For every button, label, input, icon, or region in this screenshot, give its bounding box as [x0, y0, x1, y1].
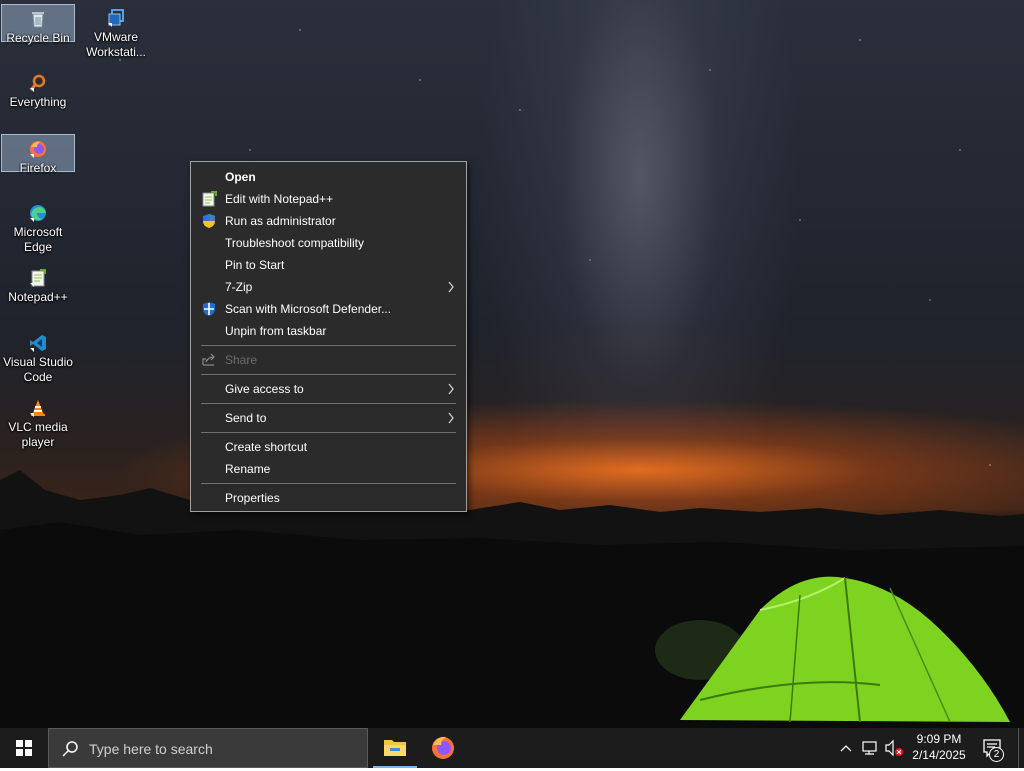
menu-item-label: Scan with Microsoft Defender...: [225, 302, 392, 316]
windows-logo-icon: [16, 740, 32, 756]
menu-separator: [201, 432, 456, 433]
menu-item-label: Properties: [225, 491, 280, 505]
menu-item-run-as-administrator[interactable]: Run as administrator: [191, 210, 466, 232]
search-icon: [62, 741, 78, 757]
chevron-right-icon: [448, 281, 454, 293]
defender-shield-icon: [203, 302, 215, 316]
desktop-icon-label: Recycle Bin: [6, 31, 70, 45]
desktop-wallpaper: [0, 0, 1024, 728]
share-icon: [202, 353, 215, 366]
notepadpp-icon: [202, 191, 217, 207]
menu-item-unpin-from-taskbar[interactable]: Unpin from taskbar: [191, 320, 466, 342]
file-explorer-icon: [384, 740, 406, 756]
wallpaper-landscape: [0, 470, 1024, 728]
recycle-bin-icon: [32, 12, 44, 28]
menu-item-label: Edit with Notepad++: [225, 192, 334, 206]
context-menu: Open Edit with Notepad++ Run as administ…: [190, 161, 467, 512]
desktop-icon-notepadpp[interactable]: Notepad++: [1, 264, 75, 305]
menu-item-label: Open: [225, 170, 256, 184]
desktop-icon-recycle-bin[interactable]: Recycle Bin: [1, 4, 75, 45]
wallpaper-stars: [0, 0, 1024, 500]
desktop-icon-vlc[interactable]: VLC media player: [1, 394, 75, 450]
menu-item-label: Give access to: [225, 382, 304, 396]
desktop-icon-label: Notepad++: [8, 290, 68, 304]
vlc-icon: [30, 400, 45, 417]
menu-item-send-to[interactable]: Send to: [191, 404, 466, 432]
notification-count-badge: 2: [989, 747, 1004, 762]
menu-item-label: Troubleshoot compatibility: [225, 236, 364, 250]
firefox-icon: [30, 141, 46, 158]
tray-show-hidden-icons[interactable]: [836, 728, 856, 768]
desktop-icon-vmware[interactable]: VMware Workstati...: [79, 4, 153, 60]
vscode-icon: [30, 335, 46, 352]
edge-icon: [30, 205, 46, 222]
menu-item-label: Share: [225, 353, 258, 367]
clock-time: 9:09 PM: [916, 732, 962, 746]
chevron-up-icon: [840, 745, 852, 752]
taskbar-search-box[interactable]: Type here to search: [48, 728, 368, 768]
chevron-right-icon: [448, 412, 454, 424]
desktop-icon-edge[interactable]: Microsoft Edge: [1, 199, 75, 255]
desktop-icon-everything[interactable]: Everything: [1, 69, 75, 110]
tray-network[interactable]: [858, 728, 882, 768]
taskbar: Type here to search 9:09 PM 2/14/2025 2: [0, 728, 1024, 768]
menu-item-share[interactable]: Share: [191, 346, 466, 374]
desktop-icon-label: Firefox: [19, 161, 57, 175]
everything-search-icon: [29, 74, 46, 92]
menu-item-label: Pin to Start: [225, 258, 285, 272]
menu-item-give-access-to[interactable]: Give access to: [191, 375, 466, 403]
desktop-icon-label: Microsoft Edge: [13, 225, 63, 254]
search-placeholder: Type here to search: [89, 741, 213, 757]
taskbar-app-firefox[interactable]: [419, 728, 467, 768]
menu-item-create-shortcut[interactable]: Create shortcut: [191, 436, 466, 458]
menu-item-scan-with-defender[interactable]: Scan with Microsoft Defender...: [191, 298, 466, 320]
vmware-icon: [108, 9, 124, 27]
uac-shield-icon: [203, 214, 215, 228]
network-icon: [862, 741, 877, 755]
show-desktop-button[interactable]: [1018, 728, 1024, 768]
desktop-icon-label: VLC media player: [8, 420, 68, 449]
firefox-icon: [432, 736, 454, 759]
desktop-icon-label: VMware Workstati...: [86, 30, 146, 59]
tray-clock[interactable]: 9:09 PM 2/14/2025: [900, 728, 978, 768]
menu-item-edit-with-notepadpp[interactable]: Edit with Notepad++: [191, 188, 466, 210]
notepadpp-icon: [30, 269, 46, 287]
start-button[interactable]: [0, 728, 48, 768]
menu-item-label: Create shortcut: [225, 440, 308, 454]
menu-item-properties[interactable]: Properties: [191, 484, 466, 512]
menu-item-pin-to-start[interactable]: Pin to Start: [191, 254, 466, 276]
menu-item-label: Send to: [225, 411, 267, 425]
desktop-icon-vscode[interactable]: Visual Studio Code: [1, 329, 75, 385]
desktop-icon-label: Visual Studio Code: [3, 355, 73, 384]
menu-item-label: Run as administrator: [225, 214, 336, 228]
desktop-icon-firefox[interactable]: Firefox: [1, 134, 75, 175]
menu-item-label: 7-Zip: [225, 280, 253, 294]
taskbar-app-file-explorer[interactable]: [371, 728, 419, 768]
clock-date: 2/14/2025: [912, 748, 966, 762]
menu-item-7zip[interactable]: 7-Zip: [191, 276, 466, 298]
menu-item-label: Unpin from taskbar: [225, 324, 327, 338]
menu-item-label: Rename: [225, 462, 271, 476]
menu-item-troubleshoot-compatibility[interactable]: Troubleshoot compatibility: [191, 232, 466, 254]
chevron-right-icon: [448, 383, 454, 395]
menu-item-rename[interactable]: Rename: [191, 458, 466, 480]
desktop-icon-label: Everything: [9, 95, 67, 109]
menu-item-open[interactable]: Open: [191, 166, 466, 188]
